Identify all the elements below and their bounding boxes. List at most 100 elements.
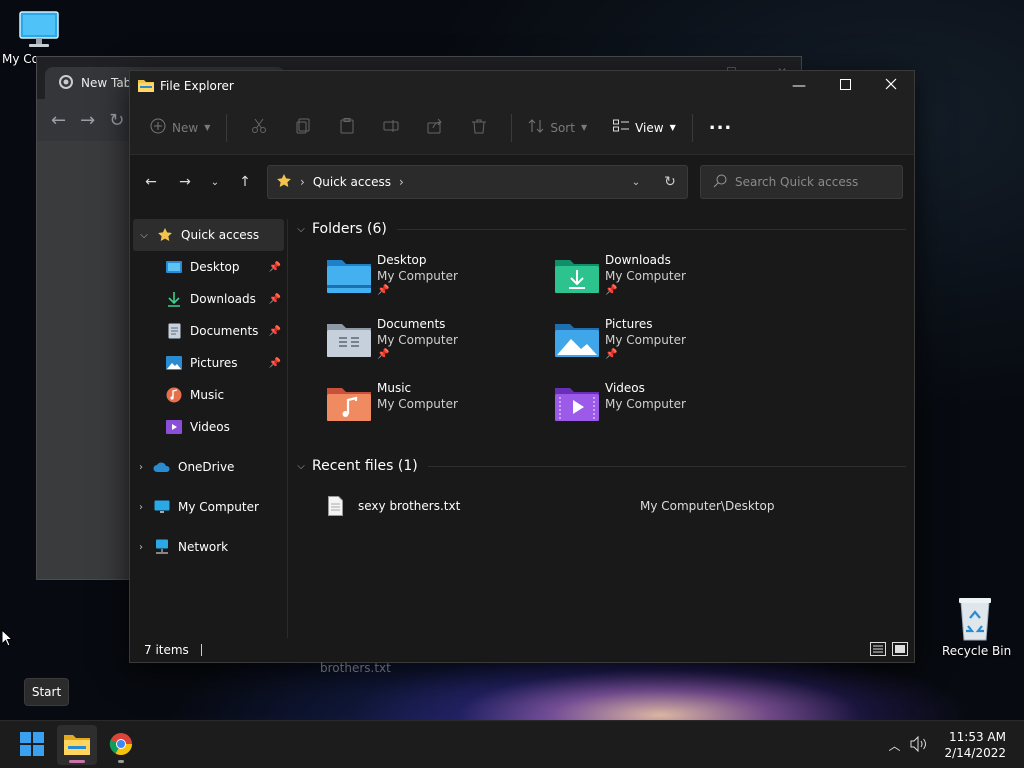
chrome-icon (109, 732, 133, 759)
title-bar[interactable]: File Explorer — (130, 71, 914, 101)
pin-icon: 📌 (268, 325, 281, 337)
chevron-right-icon[interactable]: › (130, 542, 152, 553)
reload-icon[interactable]: ↻ (109, 110, 124, 131)
rename-button[interactable] (369, 112, 413, 144)
sidebar-item-documents[interactable]: Documents 📌 (130, 315, 287, 347)
sort-button[interactable]: Sort ▼ (522, 112, 593, 144)
delete-button[interactable] (457, 112, 501, 144)
chevron-right-icon[interactable]: › (130, 462, 152, 473)
start-tooltip: Start (24, 678, 69, 706)
recent-locations-button[interactable]: ⌄ (202, 166, 228, 198)
address-bar[interactable]: › Quick access › ⌄ ↻ (267, 165, 688, 199)
folder-tile-videos[interactable]: Videos My Computer (555, 381, 775, 437)
sidebar-item-onedrive[interactable]: › OneDrive (130, 451, 287, 483)
view-label: View (635, 120, 664, 135)
clock[interactable]: 11:53 AM 2/14/2022 (932, 729, 1024, 761)
start-button[interactable] (12, 725, 52, 765)
folder-location: My Computer (605, 269, 686, 283)
sidebar-item-pictures[interactable]: Pictures 📌 (130, 347, 287, 379)
taskbar-chrome[interactable] (101, 725, 141, 765)
view-list-icon (613, 119, 630, 136)
folder-tile-documents[interactable]: Documents My Computer 📌 (327, 317, 547, 373)
file-explorer-window[interactable]: File Explorer — New ▼ Sort ▼ View ▼ ... … (129, 70, 915, 663)
breadcrumb-quick-access[interactable]: Quick access (313, 175, 391, 189)
sidebar-item-label: Documents (190, 324, 259, 338)
maximize-button[interactable] (822, 71, 868, 101)
sidebar-item-videos[interactable]: Videos (130, 411, 287, 443)
sidebar-item-my-computer[interactable]: › My Computer (130, 491, 287, 523)
up-button[interactable]: ↑ (228, 166, 262, 198)
running-indicator (118, 760, 124, 763)
paste-button[interactable] (325, 112, 369, 144)
close-button[interactable] (868, 71, 914, 101)
address-controls: ⌄ ↻ (619, 166, 687, 198)
folders-section-header[interactable]: ⌵ Folders (6) (290, 217, 914, 241)
chevron-down-icon[interactable]: ⌵ (290, 461, 312, 472)
cut-button[interactable] (237, 112, 281, 144)
chevron-up-icon[interactable]: ︿ (888, 737, 900, 754)
pin-icon: 📌 (268, 357, 281, 369)
new-button[interactable]: New ▼ (144, 112, 216, 144)
tiles-view-icon[interactable] (892, 642, 908, 659)
search-box[interactable] (700, 165, 903, 199)
minimize-icon: — (792, 78, 806, 94)
sidebar-item-label: Pictures (190, 356, 238, 370)
sidebar-item-music[interactable]: Music (130, 379, 287, 411)
section-title: Folders (6) (312, 221, 387, 237)
content-pane: ⌵ Folders (6) Desktop My Computer 📌 Down… (290, 209, 914, 640)
window-title: File Explorer (160, 79, 234, 93)
navigation-bar: ← → ⌄ ↑ › Quick access › ⌄ ↻ (130, 155, 914, 209)
desktop-icon-recycle-bin[interactable]: Recycle Bin (942, 596, 1011, 658)
refresh-button[interactable]: ↻ (653, 174, 687, 190)
folder-tile-downloads[interactable]: Downloads My Computer 📌 (555, 253, 775, 309)
sidebar-item-downloads[interactable]: Downloads 📌 (130, 283, 287, 315)
folder-tile-desktop[interactable]: Desktop My Computer 📌 (327, 253, 547, 309)
sidebar-item-desktop[interactable]: Desktop 📌 (130, 251, 287, 283)
cloud-icon (152, 458, 172, 476)
rename-icon (383, 118, 399, 137)
chrome-favicon-icon (59, 74, 73, 92)
forward-button[interactable]: → (168, 166, 202, 198)
pictures-folder-icon (555, 321, 599, 357)
folder-tile-music[interactable]: Music My Computer (327, 381, 547, 437)
breadcrumb-separator-icon: › (300, 175, 305, 189)
chevron-down-icon[interactable]: ⌵ (133, 230, 155, 241)
taskbar-file-explorer[interactable] (57, 725, 97, 765)
recent-files-section-header[interactable]: ⌵ Recent files (1) (290, 454, 914, 478)
star-icon (155, 226, 175, 244)
windows-logo-icon (20, 731, 44, 759)
chevron-down-icon: ▼ (580, 123, 588, 132)
share-button[interactable] (413, 112, 457, 144)
sidebar-item-quick-access[interactable]: ⌵ Quick access (133, 219, 284, 251)
forward-icon[interactable]: → (80, 110, 95, 131)
recent-file-path: My Computer\Desktop (640, 499, 775, 513)
clock-time: 11:53 AM (949, 730, 1006, 744)
folder-tile-pictures[interactable]: Pictures My Computer 📌 (555, 317, 775, 373)
section-title: Recent files (1) (312, 458, 418, 474)
pin-icon: 📌 (268, 293, 281, 305)
chevron-down-icon[interactable]: ⌵ (290, 224, 312, 235)
more-options-button[interactable]: ... (703, 112, 739, 144)
music-folder-icon (327, 385, 371, 421)
view-button[interactable]: View ▼ (607, 112, 682, 144)
copy-button[interactable] (281, 112, 325, 144)
back-icon[interactable]: ← (51, 110, 66, 131)
speaker-icon[interactable] (910, 735, 928, 755)
sidebar-item-network[interactable]: › Network (130, 531, 287, 563)
folder-name: Desktop (377, 253, 427, 267)
recent-file-row[interactable]: sexy brothers.txt My Computer\Desktop (290, 490, 914, 522)
download-icon (164, 290, 184, 308)
back-button[interactable]: ← (134, 166, 168, 198)
breadcrumb-separator-icon[interactable]: › (399, 175, 404, 189)
chevron-right-icon[interactable]: › (130, 502, 152, 513)
search-input[interactable] (735, 175, 885, 189)
star-icon (276, 173, 292, 192)
chevron-down-icon: ▼ (669, 123, 676, 132)
address-history-button[interactable]: ⌄ (619, 177, 653, 188)
folder-name: Documents (377, 317, 446, 331)
minimize-button[interactable]: — (776, 71, 822, 101)
folder-icon (138, 78, 154, 95)
details-view-icon[interactable] (870, 642, 886, 659)
arrow-up-icon: ↑ (239, 174, 251, 190)
arrow-left-icon: ← (145, 174, 157, 190)
